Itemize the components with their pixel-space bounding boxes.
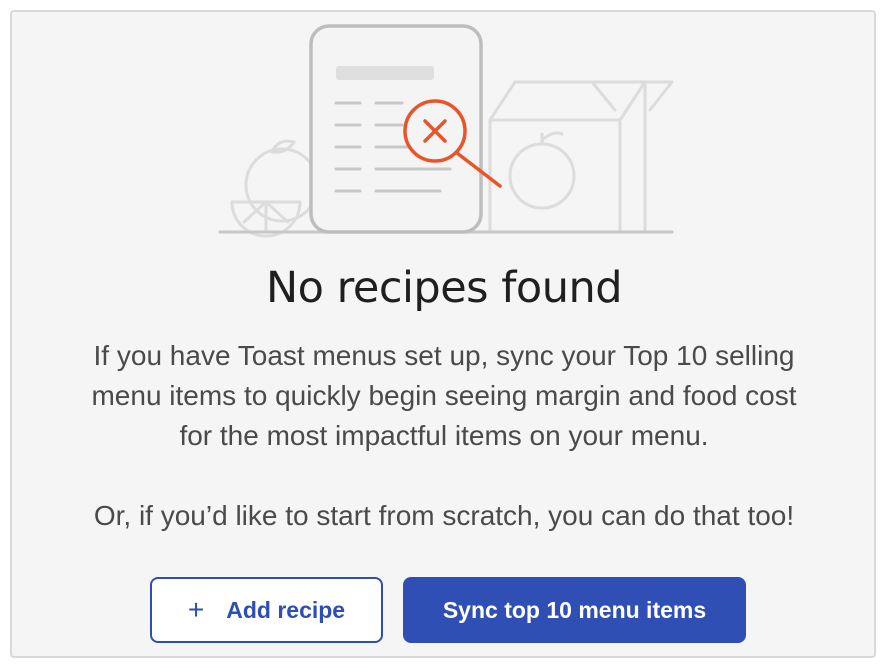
empty-state-description: If you have Toast menus set up, sync you… [0, 336, 888, 536]
description-line: menu items to quickly begin seeing margi… [91, 380, 797, 411]
citrus-icon [230, 139, 320, 238]
apple-icon [508, 131, 576, 210]
add-recipe-button[interactable]: + Add recipe [150, 577, 383, 643]
empty-state-title: No recipes found [266, 263, 623, 313]
description-line: for the most impactful items on your men… [179, 420, 709, 451]
empty-recipes-illustration [218, 24, 674, 238]
sync-button-label: Sync top 10 menu items [442, 596, 707, 623]
description-line: Or, if you’d like to start from scratch,… [93, 500, 795, 531]
sync-top-10-button[interactable]: Sync top 10 menu items [403, 577, 746, 643]
add-recipe-label: Add recipe [226, 596, 346, 623]
description-line: If you have Toast menus set up, sync you… [93, 340, 795, 371]
plus-icon: + [187, 594, 205, 625]
